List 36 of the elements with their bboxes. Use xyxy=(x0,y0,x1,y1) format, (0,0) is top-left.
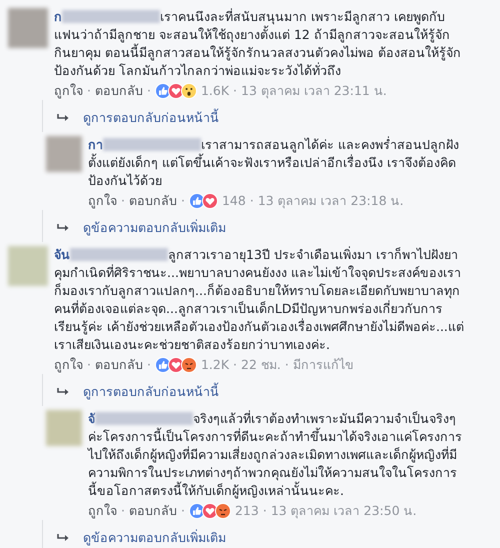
like-link[interactable]: ถูกใจ xyxy=(88,192,117,210)
reply-link[interactable]: ตอบกลับ xyxy=(128,502,177,520)
separator-dot: · xyxy=(180,192,185,210)
surprised-face-icon[interactable] xyxy=(180,83,197,99)
separator-dot: · xyxy=(121,192,125,210)
comment-text: ก เราคนนึงละที่สนับสนุนมาก เพราะมีลูกสาว เคยพูดกับแฟนว่าถ้ามีลูกชาย จะสอนให้ใช้ถุงยางตั้งแต่ 12 ถ้ามีลูกสาวจะสอนให้รู้จักกินยาคุม ตอนนี้มีลูกสาวสอนให้รู้จักรักนวลสงวนตัวคงไม่พอ ต้องสอนให้รู้จักป้องกันด้วย โลกมันก้าวไกลกว่าพ่อแม่จะระวังได้ทั่วถึง xyxy=(54,8,462,80)
separator-dot: · xyxy=(87,356,91,374)
like-link[interactable]: ถูกใจ xyxy=(88,502,117,520)
view-replies-link[interactable]: ดูการตอบกลับก่อนหน้านี้ xyxy=(83,382,219,402)
separator-dot: · xyxy=(250,192,254,210)
reply-arrow-icon xyxy=(57,387,71,397)
separator-dot: · xyxy=(180,502,185,520)
reply-arrow-icon xyxy=(57,223,71,233)
separator-dot: · xyxy=(146,82,151,100)
separator-dot: · xyxy=(233,356,238,374)
view-replies-link[interactable]: ดูการตอบกลับก่อนหน้านี้ xyxy=(83,108,219,128)
reply-arrow-icon xyxy=(57,533,71,543)
comment-text: จัน ลูกสาวเราอายุ13ปี ประจำเดือนเพิ่งมา เราก็พาไปฝังยาคุมกำเนิดที่ศิริราชนะ...พยาบาลบางคนยังงง และไม่เข้าใจจุดประสงค์ของเราก็มองเรากับลูกสาวแปลกๆ...ก็ต้องอธิบายให้ทราบโดยละเอียดกับพยาบาลทุกคนที่ต้องเจอแต่ละจุด...ลูกสาวเราเป็นเด็กLDมีปัญหาบกพร่องเกี่ยวกับการเรียนรู้ค่ะ เค้ายังช่วยเหลือตัวเองป้องกันตัวเองเรื่องเพศศึกษายังไม่ดีพอค่ะ...แต่เราเสียเงินเองนะคะช่วยชาติสองร้อยกว่าบาทเองค่ะ. xyxy=(54,246,464,354)
like-link[interactable]: ถูกใจ xyxy=(54,356,83,374)
reply-link[interactable]: ตอบกลับ xyxy=(128,192,177,210)
angry-face-icon[interactable] xyxy=(180,357,197,373)
view-replies-link[interactable]: ดูข้อความตอบกลับเพิ่มเติม xyxy=(83,528,226,548)
like-link[interactable]: ถูกใจ xyxy=(54,82,83,100)
comment-text: จั จริงๆแล้วที่เราต้องทำเพราะมันมีความจำเป็นจริงๆค่ะโครงการนี้เป็นโครงการที่ดีนะคะถ้าทำขึ้นมาได้จริงเอาแค่โครงการไปให้ถึงเด็กผู้หญิงที่มีความเสี่ยงถูกล่วงละเมิดทางเพศและเด็กผู้หญิงที่มีความพิการในประเภทต่างๆถ้าพวกคุณยังไม่ให้ความสนใจในโครงการนี้ขอโอกาสตรงนี้ให้กับเด็กผู้หญิงเหล่านั้นนะคะ. xyxy=(88,410,463,500)
view-replies-link[interactable]: ดูข้อความตอบกลับเพิ่มเติม xyxy=(83,218,226,238)
separator-dot: · xyxy=(262,502,267,520)
angry-face-icon[interactable] xyxy=(214,503,231,519)
reply-arrow-icon xyxy=(57,113,71,123)
separator-dot: · xyxy=(233,82,238,100)
comment-text: กา เราสามารถสอนลูกได้ค่ะ และคงพร่ำสอนปลูกฝังตั้งแต่ยังเด็กๆ แต่โตขึ้นเค้าจะฟังเราหรือเปล่าอีกเรื่องนึง เราจึงต้องคิดป้องกันไว้ด้วย xyxy=(88,136,460,190)
separator-dot: · xyxy=(284,356,289,374)
reply-link[interactable]: ตอบกลับ xyxy=(94,356,143,374)
reply-link[interactable]: ตอบกลับ xyxy=(94,82,143,100)
separator-dot: · xyxy=(121,502,125,520)
separator-dot: · xyxy=(146,356,151,374)
separator-dot: · xyxy=(87,82,91,100)
